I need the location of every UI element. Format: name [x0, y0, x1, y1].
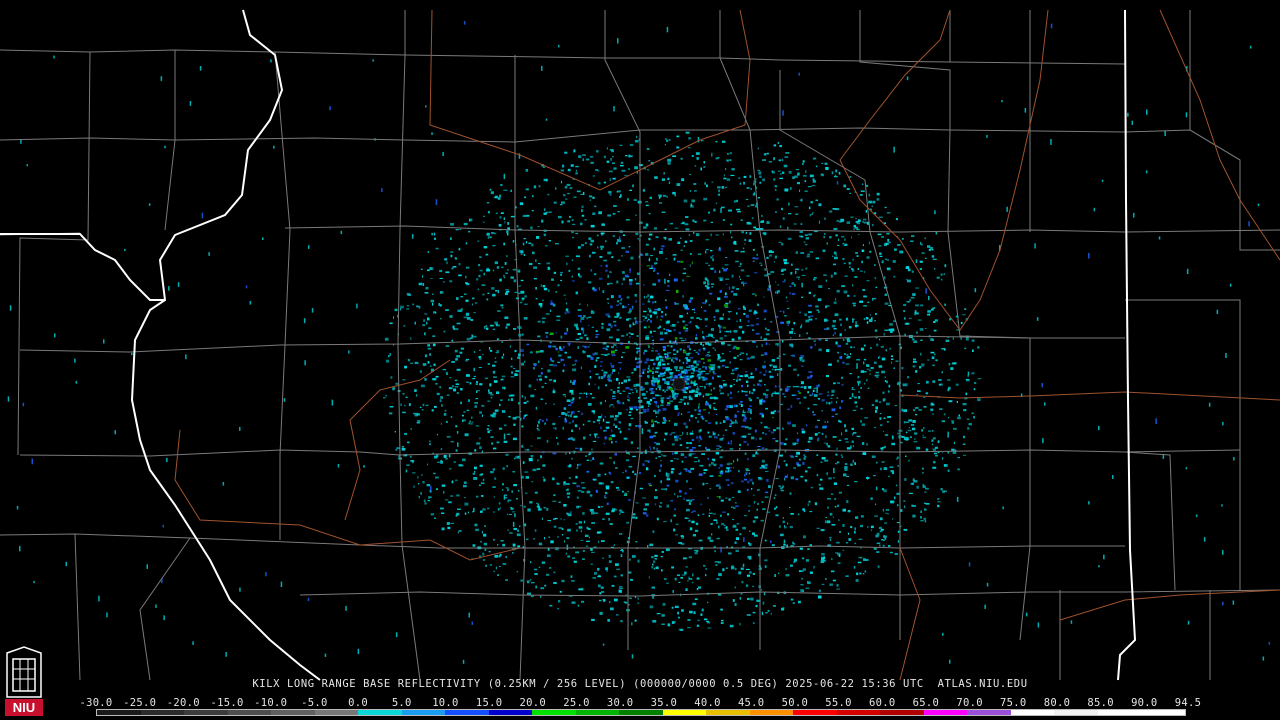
- scale-label: 0.0: [348, 697, 369, 709]
- scale-segment: [836, 710, 881, 715]
- scale-label: -20.0: [166, 697, 200, 709]
- scale-label: 55.0: [825, 697, 852, 709]
- caption-source: ATLAS.NIU.EDU: [937, 678, 1028, 690]
- scale-segment: [880, 710, 924, 715]
- scale-label: -25.0: [123, 697, 157, 709]
- scale-segment: [706, 710, 750, 715]
- caption-station: KILX: [252, 678, 281, 690]
- scale-label: 80.0: [1043, 697, 1071, 709]
- caption-datetime: 2025-06-22 15:36 UTC: [785, 678, 924, 690]
- radar-map[interactable]: [0, 0, 1280, 720]
- scale-segment: [1010, 710, 1055, 715]
- scale-label: 5.0: [391, 697, 412, 709]
- scale-segment: [793, 710, 837, 715]
- scale-label: 60.0: [868, 697, 896, 709]
- scale-segment: [271, 710, 315, 715]
- product-caption: KILX LONG RANGE BASE REFLECTIVITY (0.25K…: [0, 678, 1280, 690]
- scale-label: 30.0: [606, 697, 634, 709]
- scale-label: 75.0: [1000, 697, 1027, 709]
- scale-label: 94.5: [1174, 697, 1202, 709]
- scale-label: 85.0: [1087, 697, 1114, 709]
- scale-label: -5.0: [301, 697, 328, 709]
- scale-segment: [488, 710, 533, 715]
- scale-label: 45.0: [737, 697, 765, 709]
- scale-segment: [749, 710, 794, 715]
- scale-label: 35.0: [650, 697, 678, 709]
- scale-segment: [314, 710, 359, 715]
- scale-segment: [923, 710, 968, 715]
- scale-segment: [619, 710, 663, 715]
- scale-segment: [1141, 710, 1185, 715]
- scale-label: 70.0: [956, 697, 983, 709]
- caption-volume: (000000/0000 0.5 DEG): [633, 678, 779, 690]
- color-scale-bar: [96, 709, 1186, 716]
- scale-segment: [532, 710, 576, 715]
- scale-label: 65.0: [912, 697, 940, 709]
- scale-segment: [358, 710, 402, 715]
- logo-text: NIU: [13, 700, 35, 715]
- scale-label: -10.0: [254, 697, 288, 709]
- scale-segment: [184, 710, 228, 715]
- scale-segment: [97, 710, 141, 715]
- color-scale-labels: -30.0 -25.0 -20.0 -15.0 -10.0 -5.0 0.0 5.0 10.0 1…: [79, 697, 1201, 709]
- scale-label: 10.0: [432, 697, 459, 709]
- scale-segment: [662, 710, 707, 715]
- radar-site-marker: [672, 377, 686, 391]
- scale-label: 90.0: [1131, 697, 1158, 709]
- scale-segment: [1097, 710, 1142, 715]
- scale-label: 40.0: [694, 697, 721, 709]
- scale-segment: [140, 710, 185, 715]
- scale-segment: [967, 710, 1011, 715]
- scale-label: 20.0: [519, 697, 547, 709]
- scale-segment: [227, 710, 272, 715]
- scale-label: -15.0: [210, 697, 244, 709]
- scale-label: 25.0: [563, 697, 590, 709]
- scale-segment: [1054, 710, 1098, 715]
- scale-label: 50.0: [781, 697, 809, 709]
- scale-label: 15.0: [475, 697, 503, 709]
- caption-resolution: (0.25KM / 256 LEVEL): [487, 678, 627, 690]
- scale-segment: [401, 710, 446, 715]
- caption-description: LONG RANGE BASE REFLECTIVITY: [286, 678, 481, 690]
- scale-segment: [445, 710, 489, 715]
- scale-segment: [575, 710, 620, 715]
- scale-label: -30.0: [79, 697, 113, 709]
